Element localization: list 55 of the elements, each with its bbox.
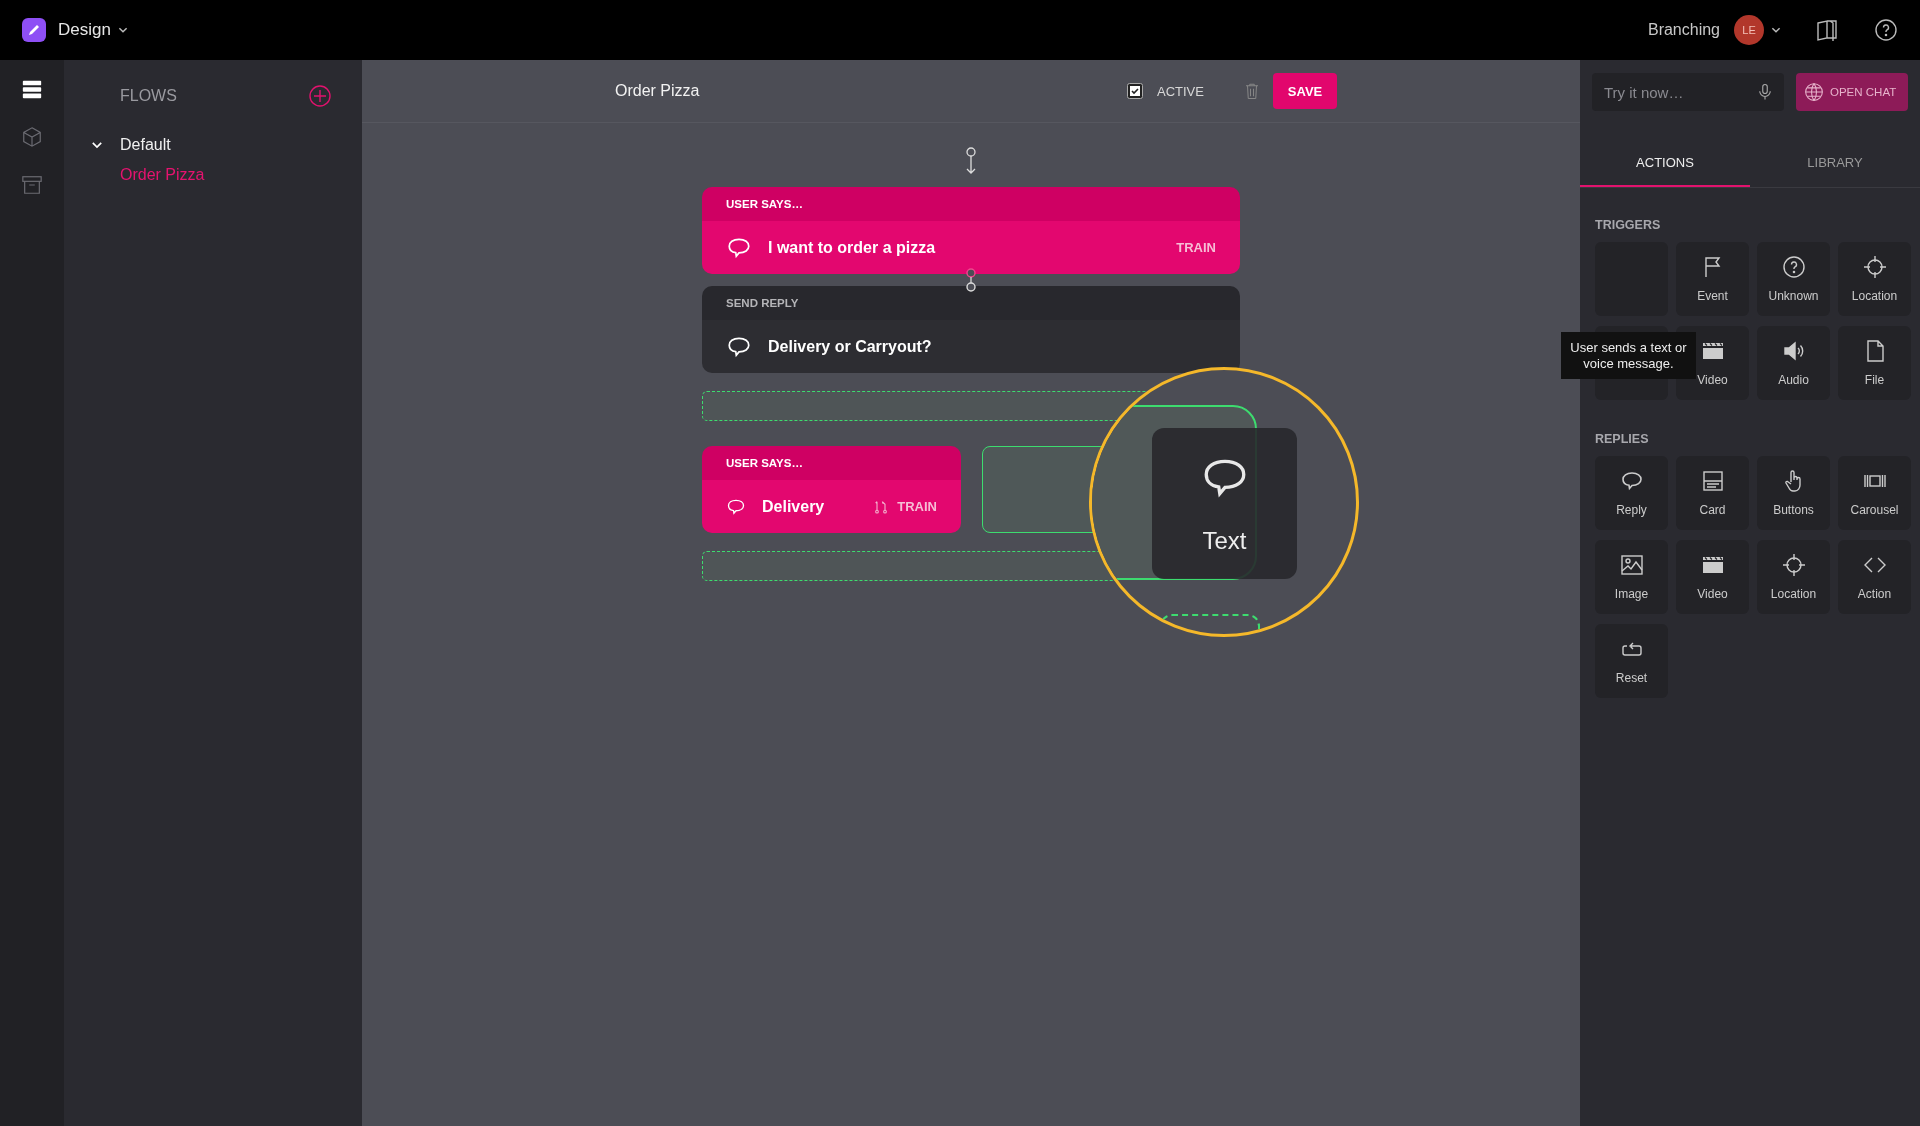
user-avatar[interactable]: LE — [1734, 15, 1764, 45]
flow-title: Order Pizza — [615, 82, 701, 100]
message-text: I want to order a pizza — [768, 238, 936, 257]
card-icon — [1700, 469, 1725, 493]
crosshair-icon — [1862, 255, 1887, 279]
message-text: Delivery — [762, 497, 825, 516]
connector-icon — [964, 268, 978, 292]
project-name: Branching — [1647, 21, 1720, 39]
image-icon — [1619, 553, 1644, 577]
help-icon[interactable] — [1874, 18, 1898, 42]
flows-heading: FLOWS — [120, 87, 177, 105]
archive-icon[interactable] — [21, 174, 43, 196]
add-circle-icon[interactable] — [308, 84, 332, 108]
action-tile[interactable]: Carousel — [1838, 456, 1911, 530]
microphone-icon[interactable] — [1756, 83, 1774, 101]
try-it-field[interactable]: Try it now… — [1592, 73, 1784, 111]
connector-pin-icon — [965, 147, 977, 175]
section-heading: TRIGGERS — [1595, 218, 1662, 232]
action-tile[interactable]: File — [1838, 326, 1911, 400]
crosshair-icon — [1781, 553, 1806, 577]
action-tile[interactable]: Reset — [1595, 624, 1668, 698]
folder-item[interactable]: Default — [120, 136, 171, 154]
book-icon[interactable] — [1816, 18, 1840, 42]
card-heading: USER SAYS… — [726, 457, 803, 469]
tooltip: User sends a text or voice message. — [1561, 332, 1696, 380]
panel-tab[interactable]: LIBRARY — [1750, 140, 1920, 187]
stack-icon[interactable] — [21, 78, 43, 100]
panel-tab[interactable]: ACTIONS — [1580, 140, 1750, 187]
action-tile[interactable]: Event — [1676, 242, 1749, 316]
dragged-text-tile[interactable]: Text — [1152, 428, 1297, 579]
cube-icon[interactable] — [21, 126, 43, 148]
help-icon — [1781, 255, 1806, 279]
speaker-icon — [1781, 339, 1806, 363]
message-text: Delivery or Carryout? — [768, 337, 932, 356]
save-button[interactable]: SAVE — [1273, 73, 1337, 109]
globe-icon — [1804, 82, 1824, 102]
pencil-logo-icon[interactable] — [22, 18, 46, 42]
action-tile[interactable]: Location — [1757, 540, 1830, 614]
action-tile[interactable]: Card — [1676, 456, 1749, 530]
action-tile[interactable]: Buttons — [1757, 456, 1830, 530]
action-tile[interactable]: Reply — [1595, 456, 1668, 530]
action-tile[interactable]: Image — [1595, 540, 1668, 614]
open-chat-button[interactable]: OPEN CHAT — [1796, 73, 1908, 111]
action-tile[interactable]: Video — [1676, 540, 1749, 614]
action-tile[interactable]: Location — [1838, 242, 1911, 316]
section-heading: REPLIES — [1595, 432, 1650, 446]
speech-bubble-icon — [1619, 469, 1644, 493]
card-heading: USER SAYS… — [726, 198, 803, 210]
card-heading: SEND REPLY — [726, 297, 799, 309]
active-checkbox[interactable] — [1127, 83, 1143, 99]
active-label: ACTIVE — [1157, 83, 1205, 99]
action-tile[interactable]: Unknown — [1757, 242, 1830, 316]
action-tile[interactable]: Action — [1838, 540, 1911, 614]
action-tile[interactable]: Audio — [1757, 326, 1830, 400]
workspace-menu[interactable]: Design — [58, 20, 111, 40]
